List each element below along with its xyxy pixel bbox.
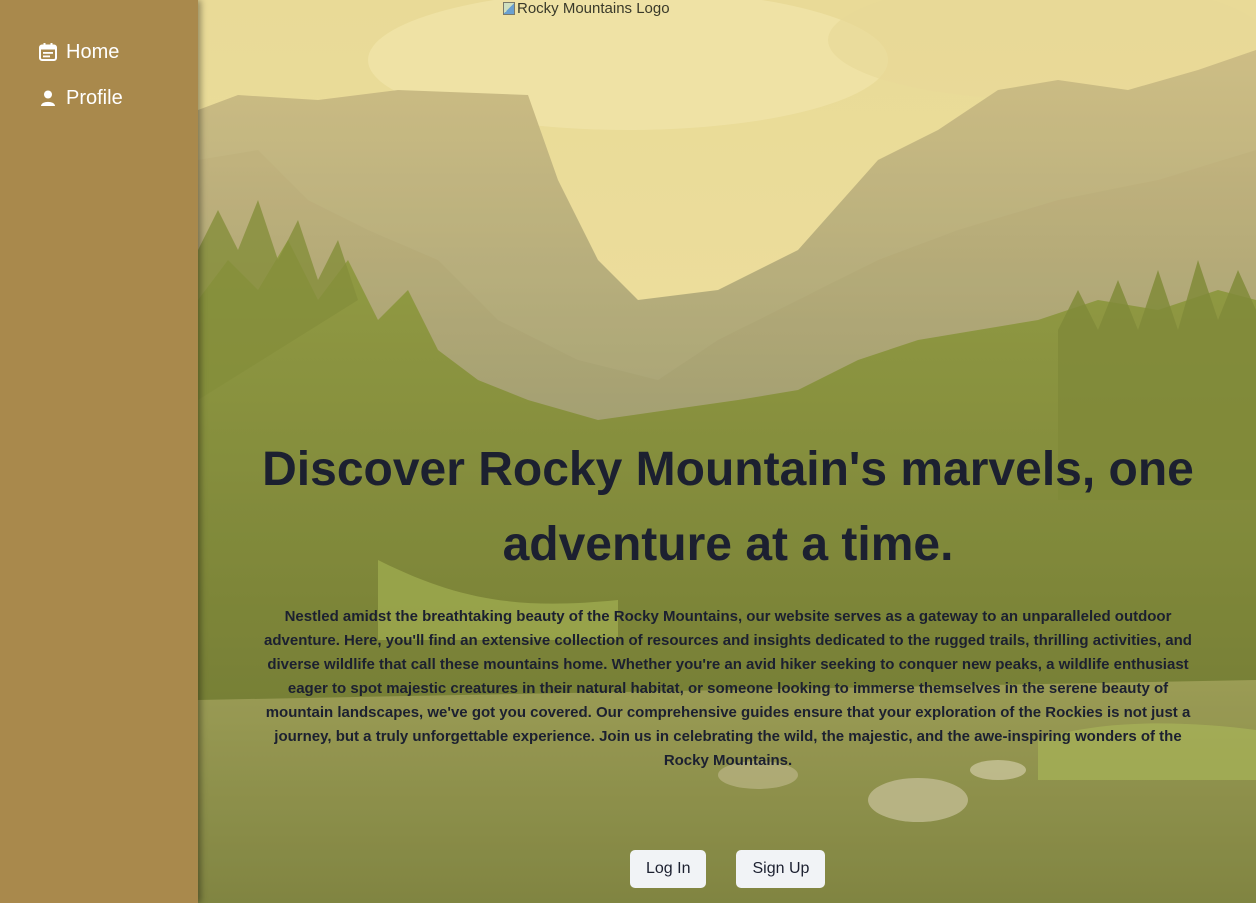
person-icon	[37, 87, 59, 109]
app-root: Home Profile Rocky Mountains Logo Discov…	[0, 0, 1256, 903]
calendar-icon	[37, 41, 59, 63]
signup-button[interactable]: Sign Up	[736, 850, 826, 888]
sidebar-item-label: Profile	[66, 86, 123, 109]
broken-image-icon	[503, 2, 515, 15]
main-content: Rocky Mountains Logo Discover Rocky Moun…	[198, 0, 1256, 903]
login-button[interactable]: Log In	[630, 850, 707, 888]
site-logo[interactable]: Rocky Mountains Logo	[503, 0, 670, 17]
sidebar-item-profile[interactable]: Profile	[0, 84, 198, 112]
logo-alt-text: Rocky Mountains Logo	[517, 0, 670, 17]
sidebar-item-home[interactable]: Home	[0, 38, 198, 66]
sidebar-item-label: Home	[66, 40, 120, 63]
auth-buttons: Log In Sign Up	[630, 850, 826, 888]
sidebar: Home Profile	[0, 0, 198, 903]
hero-description: Nestled amidst the breathtaking beauty o…	[264, 608, 1192, 769]
hero-title: Discover Rocky Mountain's marvels, one a…	[262, 443, 1194, 571]
